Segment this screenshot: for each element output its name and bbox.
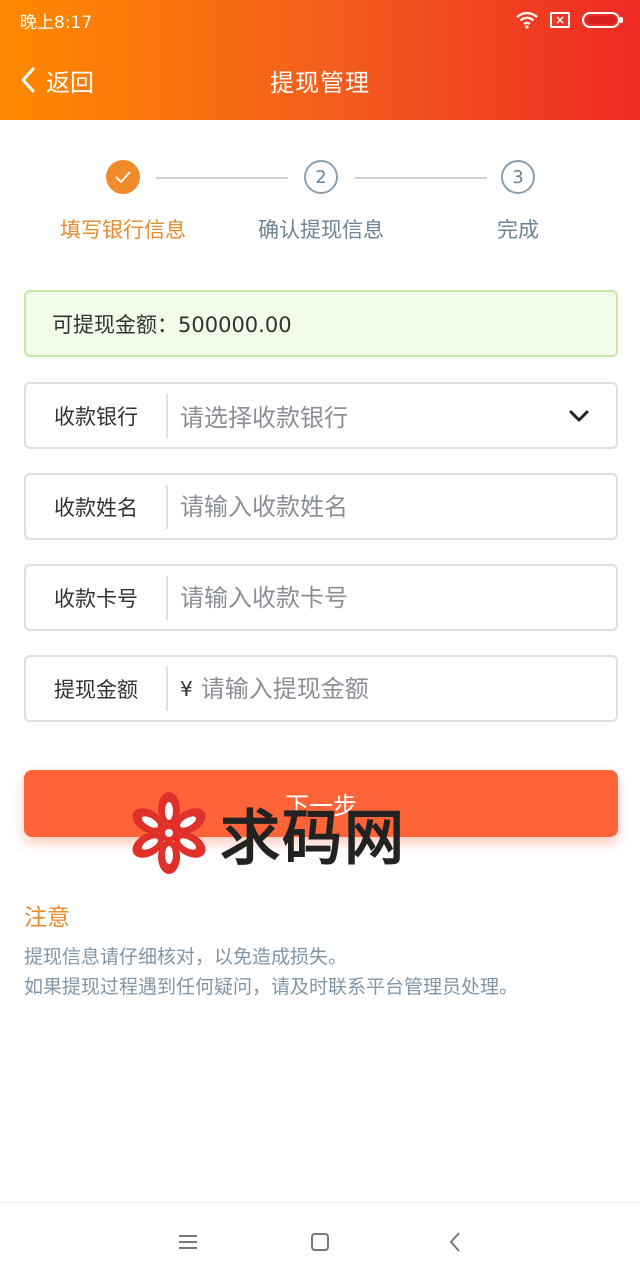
status-bar: 晚上8:17 × bbox=[0, 0, 640, 40]
nav-back-button[interactable] bbox=[440, 1227, 470, 1257]
home-square-icon bbox=[311, 1233, 329, 1251]
payee-name-input[interactable] bbox=[168, 475, 616, 538]
bank-select-placeholder: 请选择收款银行 bbox=[180, 404, 348, 432]
step-1-label: 填写银行信息 bbox=[60, 218, 186, 242]
no-sim-icon: × bbox=[550, 12, 570, 28]
status-time: 晚上8:17 bbox=[20, 12, 93, 33]
card-number-input[interactable] bbox=[168, 566, 616, 629]
step-2-number: 2 bbox=[304, 160, 338, 194]
nav-back-icon bbox=[449, 1232, 460, 1252]
amount-label: 提现金额 bbox=[26, 666, 168, 711]
amount-input[interactable] bbox=[192, 657, 616, 720]
next-step-button[interactable]: 下一步 bbox=[24, 770, 618, 837]
amount-row: 提现金额 ¥ bbox=[24, 655, 618, 722]
home-button[interactable] bbox=[305, 1227, 335, 1257]
step-3-label: 完成 bbox=[497, 218, 539, 242]
notes-line-1: 提现信息请仔细核对，以免造成损失。 bbox=[24, 946, 348, 968]
card-number-row: 收款卡号 bbox=[24, 564, 618, 631]
app-header: 晚上8:17 × 返回 提现管理 bbox=[0, 0, 640, 120]
step-2-label: 确认提现信息 bbox=[258, 218, 384, 242]
menu-icon bbox=[179, 1235, 197, 1249]
bank-select[interactable]: 收款银行 请选择收款银行 bbox=[24, 382, 618, 449]
wifi-icon bbox=[516, 11, 538, 29]
page-title: 提现管理 bbox=[270, 68, 370, 97]
bank-label: 收款银行 bbox=[26, 393, 168, 438]
notes-line-2: 如果提现过程遇到任何疑问，请及时联系平台管理员处理。 bbox=[24, 976, 519, 998]
menu-button[interactable] bbox=[173, 1227, 203, 1257]
step-connector-2 bbox=[355, 177, 487, 179]
card-number-label: 收款卡号 bbox=[26, 575, 168, 620]
back-label: 返回 bbox=[46, 68, 94, 97]
system-nav-bar bbox=[0, 1202, 640, 1280]
notes-title: 注意 bbox=[24, 905, 70, 931]
battery-icon bbox=[582, 12, 623, 28]
step-indicator: 2 3 填写银行信息 确认提现信息 完成 bbox=[0, 160, 640, 250]
chevron-left-icon bbox=[21, 67, 35, 93]
payee-name-row: 收款姓名 bbox=[24, 473, 618, 540]
nav-bar: 返回 提现管理 bbox=[0, 40, 640, 120]
payee-name-label: 收款姓名 bbox=[26, 484, 168, 529]
step-connector-1 bbox=[156, 177, 288, 179]
yen-prefix: ¥ bbox=[180, 676, 193, 701]
step-3-number: 3 bbox=[501, 160, 535, 194]
status-icons: × bbox=[516, 11, 623, 29]
available-balance: 可提现金额：500000.00 bbox=[24, 290, 618, 357]
chevron-down-icon bbox=[569, 410, 589, 421]
step-1-check-icon bbox=[106, 160, 140, 194]
back-button[interactable]: 返回 bbox=[20, 40, 94, 120]
